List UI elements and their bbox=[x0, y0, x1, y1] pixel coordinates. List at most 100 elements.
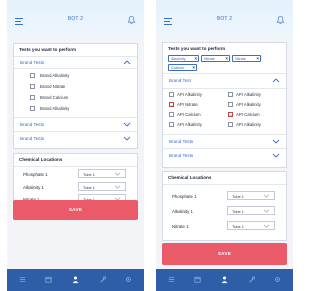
location-row: Phosphate 1 Tube 1 bbox=[14, 167, 137, 181]
checkbox[interactable] bbox=[30, 106, 35, 111]
user-icon[interactable] bbox=[71, 275, 80, 284]
brand-test-expanded-header[interactable]: Brand Test bbox=[163, 75, 286, 86]
brand-tests-label: Brand Tests bbox=[169, 139, 194, 144]
tube-select[interactable]: Tube 1 bbox=[227, 191, 275, 200]
checkbox-checked[interactable] bbox=[228, 112, 233, 117]
chevron-down-icon[interactable] bbox=[123, 136, 131, 141]
checkbox-label: API Alkalinity bbox=[177, 92, 202, 97]
bottom-nav bbox=[156, 269, 293, 291]
checkbox[interactable] bbox=[30, 84, 35, 89]
save-button[interactable]: SAVE bbox=[13, 200, 138, 220]
chemical-locations-card: Chemical Locations Phosphate 1 Tube 1 Al… bbox=[13, 153, 138, 205]
locations-heading: Chemical Locations bbox=[19, 157, 63, 162]
app-header: BOT 2 bbox=[156, 0, 293, 36]
location-label: Alkalinity 1 bbox=[23, 185, 44, 190]
brand-tests-collapsed-header[interactable]: Brand Tests bbox=[163, 136, 286, 147]
checkbox-row[interactable]: API Calcium API Calcium bbox=[163, 110, 286, 119]
calendar-icon[interactable] bbox=[193, 275, 202, 284]
tube-select-value: Tube 1 bbox=[232, 209, 244, 214]
location-row: Nitrate 1 Tube 1 bbox=[163, 219, 286, 233]
location-row: Alkalinity 1 Tube 1 bbox=[163, 204, 286, 218]
checkbox[interactable] bbox=[228, 102, 233, 107]
chip-label: Nitrate bbox=[235, 57, 246, 61]
brand-tests-collapsed-header[interactable]: Brand Tests bbox=[163, 150, 286, 161]
test-chip[interactable]: Nitrate × bbox=[201, 55, 230, 62]
phone-screen-left: BOT 2 Tests you want to perform Brand Te… bbox=[7, 0, 144, 291]
chevron-down-icon[interactable] bbox=[272, 153, 280, 158]
tube-select-value: Tube 1 bbox=[232, 194, 244, 199]
tube-select[interactable]: Tube 1 bbox=[78, 182, 126, 191]
chevron-down-icon[interactable] bbox=[123, 122, 131, 127]
header-title: BOT 2 bbox=[67, 16, 84, 22]
checkbox-label: API Nitrate bbox=[177, 102, 198, 107]
bell-icon[interactable] bbox=[276, 15, 285, 25]
brand-test-label: Brand Test bbox=[169, 78, 191, 83]
checkbox-checked[interactable] bbox=[169, 102, 174, 107]
checkbox-row[interactable]: API Nitrate API Alkalinity bbox=[163, 100, 286, 109]
location-label: Nitrate 1 bbox=[172, 224, 189, 229]
test-chip[interactable]: Nitrate × bbox=[232, 55, 261, 62]
save-button[interactable]: SAVE bbox=[162, 243, 287, 265]
brand-tests-collapsed-header[interactable]: Brand Tests bbox=[14, 119, 137, 130]
tests-heading: Tests you want to perform bbox=[168, 46, 226, 51]
location-label: Alkalinity 1 bbox=[172, 209, 193, 214]
chevron-down-icon[interactable] bbox=[272, 139, 280, 144]
locations-heading: Chemical Locations bbox=[168, 175, 212, 180]
checkbox-label: API Alkalinity bbox=[236, 92, 261, 97]
brand-tests-expanded-header[interactable]: Brand Tests bbox=[14, 57, 137, 68]
checkbox-row[interactable]: Brand Nitrate bbox=[14, 82, 137, 91]
chevron-down-icon bbox=[114, 185, 121, 189]
list-icon[interactable] bbox=[167, 275, 176, 284]
checkbox[interactable] bbox=[228, 92, 233, 97]
close-icon[interactable]: × bbox=[256, 56, 259, 61]
checkbox-label: API Alkalinity bbox=[177, 122, 202, 127]
location-label: Phosphate 1 bbox=[23, 172, 48, 177]
checkbox-label: API Alkalinity bbox=[236, 102, 261, 107]
save-button-label: SAVE bbox=[217, 251, 232, 256]
checkbox[interactable] bbox=[228, 122, 233, 127]
tube-select-value: Tube 1 bbox=[83, 172, 95, 177]
user-icon[interactable] bbox=[220, 275, 229, 284]
calendar-icon[interactable] bbox=[44, 275, 53, 284]
gear-icon[interactable] bbox=[124, 275, 133, 284]
chip-label: Calcium bbox=[171, 66, 185, 70]
checkbox-label: Brand Alkalinity bbox=[40, 73, 70, 78]
close-icon[interactable]: × bbox=[225, 56, 228, 61]
checkbox-label: API Calcium bbox=[177, 112, 201, 117]
wrench-icon[interactable] bbox=[98, 275, 107, 284]
tests-card: Tests you want to perform Brand Tests Br… bbox=[13, 43, 138, 149]
brand-tests-label: Brand Tests bbox=[169, 153, 194, 158]
chip-label: Alkalinity bbox=[171, 57, 186, 61]
save-button-label: SAVE bbox=[68, 207, 83, 212]
brand-tests-label: Brand Tests bbox=[20, 60, 45, 65]
checkbox[interactable] bbox=[169, 122, 174, 127]
checkbox[interactable] bbox=[30, 95, 35, 100]
checkbox[interactable] bbox=[169, 112, 174, 117]
checkbox-row[interactable]: Brand Alkalinity bbox=[14, 71, 137, 80]
close-icon[interactable]: × bbox=[194, 56, 197, 61]
test-chip[interactable]: Calcium × bbox=[168, 64, 197, 71]
test-chip[interactable]: Alkalinity × bbox=[168, 55, 199, 62]
checkbox[interactable] bbox=[30, 73, 35, 78]
checkbox-row[interactable]: Brand Calcium bbox=[14, 93, 137, 102]
bell-icon[interactable] bbox=[127, 15, 136, 25]
chip-label: Nitrate bbox=[204, 57, 215, 61]
checkbox[interactable] bbox=[169, 92, 174, 97]
tube-select[interactable]: Tube 1 bbox=[227, 206, 275, 215]
phone-screen-right: BOT 2 Tests you want to perform Alkalini… bbox=[156, 0, 293, 291]
tube-select[interactable]: Tube 1 bbox=[227, 221, 275, 230]
tube-select[interactable]: Tube 1 bbox=[78, 169, 126, 178]
wrench-icon[interactable] bbox=[247, 275, 256, 284]
bottom-nav bbox=[7, 269, 144, 291]
checkbox-row[interactable]: Brand Alkalinity bbox=[14, 104, 137, 113]
checkbox-label: Brand Alkalinity bbox=[40, 106, 70, 111]
checkbox-row[interactable]: API Alkalinity API Alkalinity bbox=[163, 120, 286, 129]
list-icon[interactable] bbox=[18, 275, 27, 284]
chevron-up-icon[interactable] bbox=[123, 60, 131, 65]
close-icon[interactable]: × bbox=[192, 65, 195, 70]
chevron-up-icon[interactable] bbox=[272, 78, 280, 83]
gear-icon[interactable] bbox=[273, 275, 282, 284]
chevron-down-icon bbox=[114, 172, 121, 176]
checkbox-row[interactable]: API Alkalinity API Alkalinity bbox=[163, 90, 286, 99]
brand-tests-collapsed-header[interactable]: Brand Tests bbox=[14, 133, 137, 144]
